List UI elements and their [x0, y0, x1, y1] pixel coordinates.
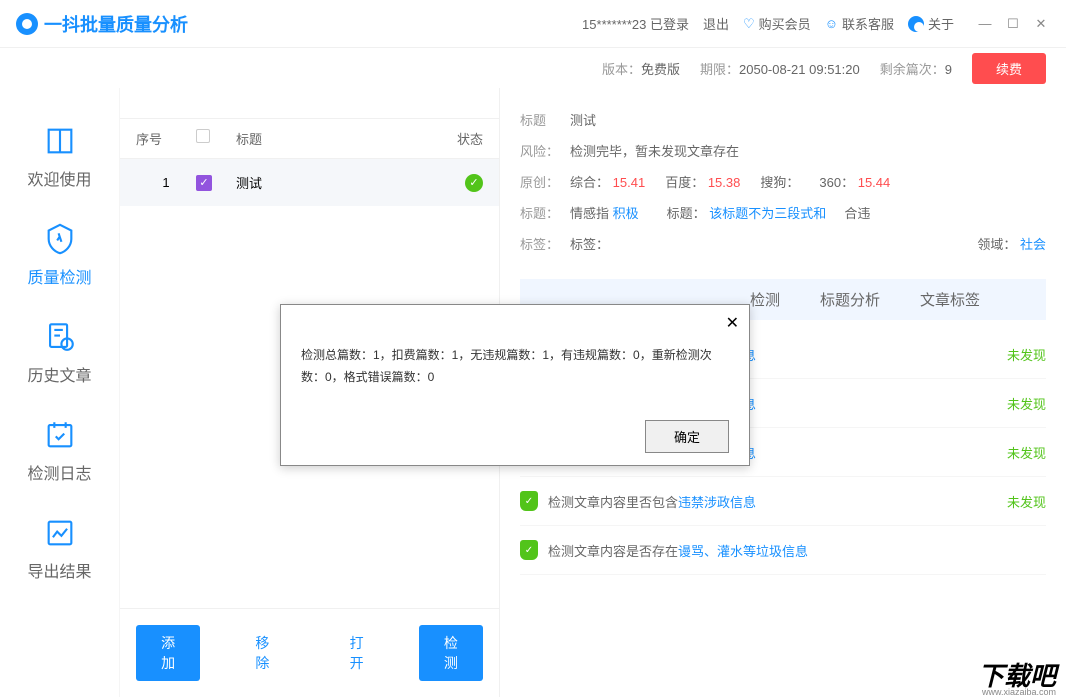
sidebar-item-history[interactable]: 历史文章	[0, 304, 119, 402]
combined-label: 综合：	[570, 175, 609, 190]
tab-title-analysis[interactable]: 标题分析	[820, 289, 880, 310]
baidu-label: 百度：	[665, 175, 704, 190]
360-label: 360：	[819, 175, 854, 190]
check-text: 检测文章内容里否包含违禁涉政信息	[548, 492, 997, 511]
tab-article-tags[interactable]: 文章标签	[920, 289, 980, 310]
sidebar-item-export[interactable]: 导出结果	[0, 500, 119, 598]
remain-value: 9	[945, 62, 952, 77]
th-title: 标题	[236, 129, 433, 148]
buy-vip-link[interactable]: ♡ 购买会员	[743, 14, 811, 33]
shield-icon	[43, 222, 77, 256]
tags-label: 标签：	[520, 234, 562, 253]
modal-close-button[interactable]: ✕	[726, 313, 739, 333]
check-item: ✓ 检测文章内容是否存在谩骂、灌水等垃圾信息	[520, 526, 1046, 575]
app-title: 一抖批量质量分析	[44, 11, 188, 37]
title-analysis-label: 标题：	[520, 203, 562, 222]
add-button[interactable]: 添加	[136, 625, 200, 681]
version-label: 版本：	[602, 62, 641, 77]
check-result: 未发现	[1007, 492, 1046, 511]
td-title: 测试	[236, 173, 433, 192]
status-ok-icon: ✓	[465, 174, 483, 192]
open-button[interactable]: 打开	[325, 625, 389, 681]
contact-link[interactable]: ☺ 联系客服	[825, 14, 894, 33]
check-link[interactable]: 违禁涉政信息	[678, 495, 756, 510]
check-result: 未发现	[1007, 394, 1046, 413]
violation-label: 合违	[844, 203, 870, 222]
sidebar-item-welcome[interactable]: 欢迎使用	[0, 108, 119, 206]
360-score: 15.44	[858, 175, 891, 190]
orig-label: 原创：	[520, 172, 562, 191]
user-status: 15*******23 已登录	[582, 14, 689, 33]
emotion-value: 积极	[613, 206, 639, 221]
title-result-value: 该标题不为三段式和	[709, 206, 826, 221]
renew-button[interactable]: 续费	[972, 53, 1046, 84]
combined-score: 15.41	[613, 175, 646, 190]
logo-icon	[16, 13, 38, 35]
th-index: 序号	[136, 129, 196, 148]
document-clock-icon	[43, 320, 77, 354]
modal-ok-button[interactable]: 确定	[645, 420, 729, 453]
check-text: 检测文章内容是否存在谩骂、灌水等垃圾信息	[548, 541, 1036, 560]
check-result: 未发现	[1007, 443, 1046, 462]
detect-button[interactable]: 检测	[419, 625, 483, 681]
domain-value: 社会	[1020, 237, 1046, 252]
title-label: 标题	[520, 110, 562, 129]
expire-value: 2050-08-21 09:51:20	[739, 62, 860, 77]
baidu-score: 15.38	[708, 175, 741, 190]
watermark-sub: www.xiazaiba.com	[982, 687, 1056, 697]
risk-value: 检测完毕，暂未发现文章存在	[570, 141, 739, 160]
chart-export-icon	[43, 516, 77, 550]
check-result: 未发现	[1007, 345, 1046, 364]
row-checkbox[interactable]: ✓	[196, 175, 212, 191]
check-item: ✓ 检测文章内容里否包含违禁涉政信息 未发现	[520, 477, 1046, 526]
check-link[interactable]: 谩骂、灌水等垃圾信息	[678, 544, 808, 559]
sogou-label: 搜狗：	[760, 172, 799, 191]
sidebar-item-quality[interactable]: 质量检测	[0, 206, 119, 304]
sidebar-item-log[interactable]: 检测日志	[0, 402, 119, 500]
table-row[interactable]: 1 ✓ 测试 ✓	[120, 159, 499, 206]
shield-ok-icon: ✓	[520, 540, 538, 560]
close-button[interactable]: ✕	[1032, 15, 1050, 33]
title-value: 测试	[570, 110, 596, 129]
td-index: 1	[136, 175, 196, 190]
domain-label: 领域：	[977, 237, 1016, 252]
title-result-label: 标题：	[667, 206, 706, 221]
minimize-button[interactable]: —	[976, 15, 994, 33]
calendar-icon	[43, 418, 77, 452]
version-value: 免费版	[641, 62, 680, 77]
expire-label: 期限：	[700, 62, 739, 77]
emotion-label: 情感指	[570, 206, 609, 221]
heart-icon: ♡	[743, 16, 755, 32]
th-checkbox[interactable]	[196, 129, 236, 148]
shield-ok-icon: ✓	[520, 491, 538, 511]
result-modal: ✕ 检测总篇数：1，扣费篇数：1，无违规篇数：1，有违规篇数：0，重新检测次数：…	[280, 304, 750, 466]
sidebar-label: 检测日志	[27, 460, 91, 484]
about-label: 关于	[928, 14, 954, 33]
contact-label: 联系客服	[842, 14, 894, 33]
tab-detect[interactable]: 检测	[750, 289, 780, 310]
sidebar-label: 质量检测	[27, 264, 91, 288]
book-icon	[43, 124, 77, 158]
remove-button[interactable]: 移除	[230, 625, 294, 681]
maximize-button[interactable]: ☐	[1004, 15, 1022, 33]
logout-link[interactable]: 退出	[703, 14, 729, 33]
buy-vip-label: 购买会员	[759, 14, 811, 33]
sidebar-label: 欢迎使用	[27, 166, 91, 190]
th-status: 状态	[433, 129, 483, 148]
tags-sub-label: 标签：	[570, 234, 609, 253]
about-link[interactable]: 关于	[908, 14, 954, 33]
risk-label: 风险：	[520, 141, 562, 160]
app-logo: 一抖批量质量分析	[16, 11, 188, 37]
remain-label: 剩余篇次：	[880, 62, 945, 77]
sidebar-label: 历史文章	[27, 362, 91, 386]
about-icon	[908, 16, 924, 32]
sidebar-label: 导出结果	[27, 558, 91, 582]
modal-text: 检测总篇数：1，扣费篇数：1，无违规篇数：1，有违规篇数：0，重新检测次数：0，…	[281, 305, 749, 408]
headset-icon: ☺	[825, 16, 838, 31]
